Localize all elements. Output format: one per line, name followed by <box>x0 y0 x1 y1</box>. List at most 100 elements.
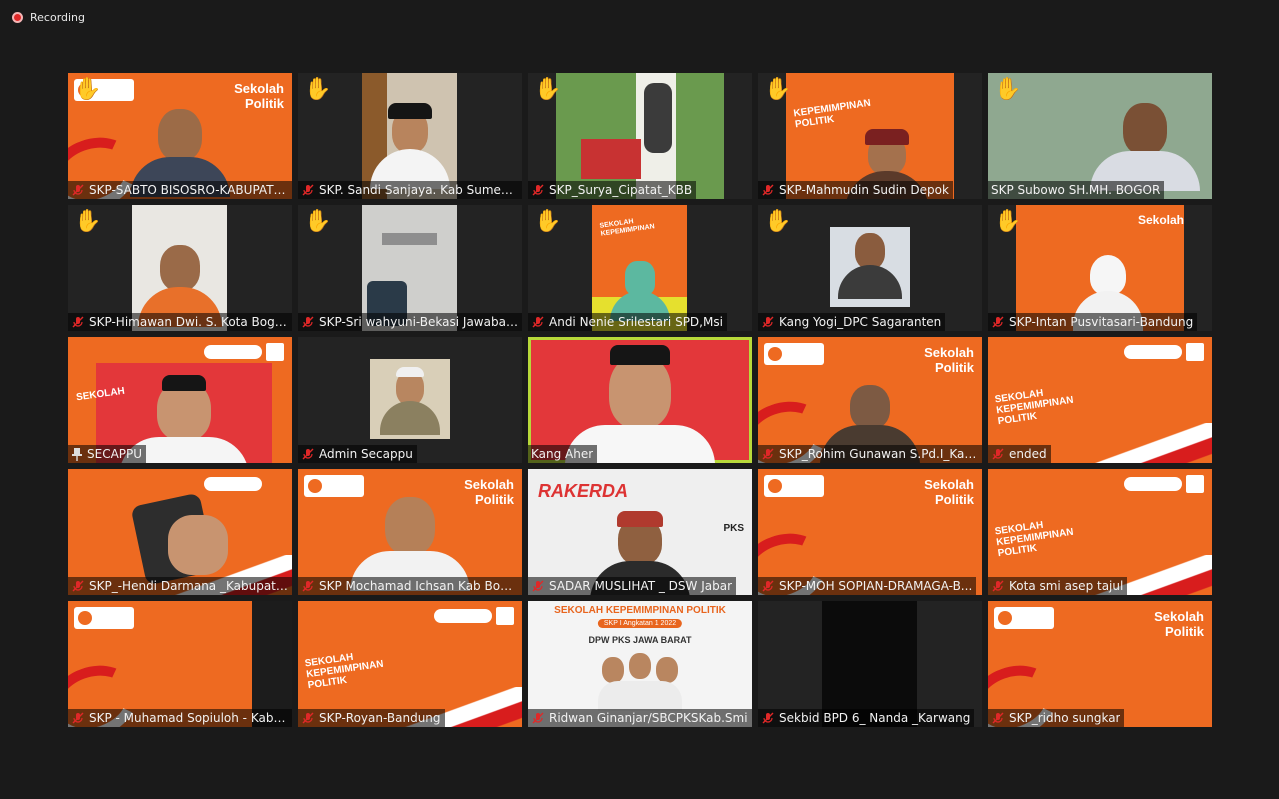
mic-muted-icon <box>72 184 84 196</box>
participant-tile-active-speaker[interactable]: Kang Aher <box>528 337 752 463</box>
participant-name: Sekbid BPD 6_ Nanda _Karwang <box>779 711 971 725</box>
hand-shape <box>168 515 228 575</box>
pks-logo <box>1186 343 1204 361</box>
banner-line: Sekolah <box>924 345 974 360</box>
mic-muted-icon <box>302 184 314 196</box>
participant-name: SECAPPU <box>87 447 143 461</box>
participant-tile[interactable]: SKP_-Hendi Darmana _Kabupate... <box>68 469 292 595</box>
mic-muted-icon <box>302 712 314 724</box>
mic-muted-icon <box>762 712 774 724</box>
participant-tile[interactable]: Sekolah ✋ SKP-Intan Pusvitasari-Bandung <box>988 205 1212 331</box>
mic-muted-icon <box>532 580 544 592</box>
secappu-logo <box>1124 477 1182 491</box>
participant-name: ended <box>1009 447 1047 461</box>
banner-line: Politik <box>244 96 284 111</box>
secappu-logo <box>204 345 262 359</box>
mic-muted-icon <box>992 316 1004 328</box>
banner-text: Sekolah Politik <box>464 477 514 507</box>
banner-line: Politik <box>474 492 514 507</box>
participant-tile[interactable]: SEKOLAH KEPEMIMPINAN POLITIK SKP I Angka… <box>528 601 752 727</box>
participant-tile[interactable]: Sekolah Politik SKP_Rohim Gunawan S.Pd.I… <box>758 337 982 463</box>
participant-name: SKP Subowo SH.MH. BOGOR <box>991 183 1161 197</box>
participant-name: SKP-Royan-Bandung <box>319 711 441 725</box>
pks-logo <box>496 607 514 625</box>
participant-name-label: SADAR MUSLIHAT _ DSW Jabar <box>528 577 737 595</box>
banner-text: Sekolah Politik <box>234 81 284 111</box>
participant-tile[interactable]: SEKOLAH SECAPPU <box>68 337 292 463</box>
participant-video <box>370 359 450 439</box>
mic-muted-icon <box>992 580 1004 592</box>
participant-tile[interactable]: ✋ SKP. Sandi Sanjaya. Kab Sumeda... <box>298 73 522 199</box>
participant-tile[interactable]: Sekbid BPD 6_ Nanda _Karwang <box>758 601 982 727</box>
banner-line: Sekolah <box>924 477 974 492</box>
mic-muted-icon <box>532 316 544 328</box>
participant-name-label: ended <box>988 445 1051 463</box>
participant-tile[interactable]: SEKOLAH KEPEMIMPINAN POLITIK ended <box>988 337 1212 463</box>
raise-hand-icon: ✋ <box>764 77 792 102</box>
participant-name: SKP-Intan Pusvitasari-Bandung <box>1009 315 1194 329</box>
participant-tile[interactable]: SKP - Muhamad Sopiuloh - Kab.... <box>68 601 292 727</box>
participant-name-label: SECAPPU <box>68 445 147 463</box>
participant-name: SKP_Surya_Cipatat_KBB <box>549 183 693 197</box>
recording-label: Recording <box>30 11 86 24</box>
banner-text: KEPEMIMPINAN POLITIK <box>793 98 873 131</box>
banner-text: Sekolah <box>1138 213 1184 228</box>
raise-hand-icon: ✋ <box>534 77 562 102</box>
pks-logo <box>266 343 284 361</box>
participant-tile[interactable]: SEKOLAH KEPEMIMPINAN POLITIK Kota smi as… <box>988 469 1212 595</box>
participant-tile[interactable]: Sekolah Politik SKP_ridho sungkar <box>988 601 1212 727</box>
participant-tile[interactable]: SEKOLAH KEPEMIMPINAN ✋ Andi Nenie Sriles… <box>528 205 752 331</box>
mic-muted-icon <box>302 580 314 592</box>
poster-people <box>598 651 682 711</box>
raker-banner: RAKERDA <box>538 481 628 501</box>
mic-muted-icon <box>762 580 774 592</box>
participant-tile[interactable]: KEPEMIMPINAN POLITIK ✋ SKP-Mahmudin Sudi… <box>758 73 982 199</box>
secappu-logo <box>204 477 262 491</box>
participant-name: SKP_Rohim Gunawan S.Pd.I_Kab... <box>779 447 978 461</box>
poster-org: DPW PKS JAWA BARAT <box>588 635 692 645</box>
mic-muted-icon <box>302 316 314 328</box>
raise-hand-icon: ✋ <box>74 209 102 234</box>
participant-name: SKP-Sri wahyuni-Bekasi Jawabarat <box>319 315 518 329</box>
participant-tile[interactable]: ✋ Kang Yogi_DPC Sagaranten <box>758 205 982 331</box>
mic-muted-icon <box>72 316 84 328</box>
recording-icon <box>12 12 23 23</box>
mic-muted-icon <box>762 316 774 328</box>
participant-name: SADAR MUSLIHAT _ DSW Jabar <box>549 579 733 593</box>
banner-text: Sekolah Politik <box>924 477 974 507</box>
poster-title: SEKOLAH KEPEMIMPINAN POLITIK <box>554 605 726 616</box>
participant-name: SKP. Sandi Sanjaya. Kab Sumeda... <box>319 183 518 197</box>
participant-name-label: Kang Yogi_DPC Sagaranten <box>758 313 946 331</box>
participant-tile[interactable]: Sekolah Politik SKP-MOH SOPIAN-DRAMAGA-B… <box>758 469 982 595</box>
banner-text: Sekolah Politik <box>1154 609 1204 639</box>
participant-video <box>830 227 910 307</box>
participant-name-label: Sekbid BPD 6_ Nanda _Karwang <box>758 709 975 727</box>
participant-name-label: SKP-Mahmudin Sudin Depok <box>758 181 953 199</box>
participant-name-label: Ridwan Ginanjar/SBCPKSKab.Smi <box>528 709 752 727</box>
secappu-logo <box>304 475 364 497</box>
participant-tile[interactable]: Admin Secappu <box>298 337 522 463</box>
participant-tile[interactable]: ✋ SKP-Sri wahyuni-Bekasi Jawabarat <box>298 205 522 331</box>
participant-tile[interactable]: SEKOLAH KEPEMIMPINAN POLITIK SKP-Royan-B… <box>298 601 522 727</box>
participant-name-label: SKP_Surya_Cipatat_KBB <box>528 181 697 199</box>
participant-tile[interactable]: ✋ SKP Subowo SH.MH. BOGOR <box>988 73 1212 199</box>
mic-muted-icon <box>762 184 774 196</box>
participant-name-label: SKP-Himawan Dwi. S. Kota Bogo... <box>68 313 292 331</box>
participant-name: Kang Aher <box>531 447 594 461</box>
banner-text: SEKOLAH KEPEMIMPINAN POLITIK <box>994 516 1076 559</box>
banner-text: SEKOLAH KEPEMIMPINAN <box>599 215 655 238</box>
secappu-logo <box>994 607 1054 629</box>
banner-line: Politik <box>934 492 974 507</box>
participant-name-label: SKP-SABTO BISOSRO-KABUPATE... <box>68 181 292 199</box>
participant-tile[interactable]: ✋ SKP-Himawan Dwi. S. Kota Bogo... <box>68 205 292 331</box>
pin-icon <box>72 448 82 461</box>
raise-hand-icon: ✋ <box>74 77 102 102</box>
participant-tile[interactable]: RAKERDA PKS SADAR MUSLIHAT _ DSW Jabar <box>528 469 752 595</box>
raise-hand-icon: ✋ <box>994 209 1022 234</box>
mic-muted-icon <box>72 712 84 724</box>
participant-tile[interactable]: ✋ SKP_Surya_Cipatat_KBB <box>528 73 752 199</box>
mic-muted-icon <box>532 184 544 196</box>
participant-tile[interactable]: Sekolah Politik ✋ SKP-SABTO BISOSRO-KABU… <box>68 73 292 199</box>
participant-tile[interactable]: Sekolah Politik SKP Mochamad Ichsan Kab … <box>298 469 522 595</box>
banner-text: Sekolah Politik <box>924 345 974 375</box>
